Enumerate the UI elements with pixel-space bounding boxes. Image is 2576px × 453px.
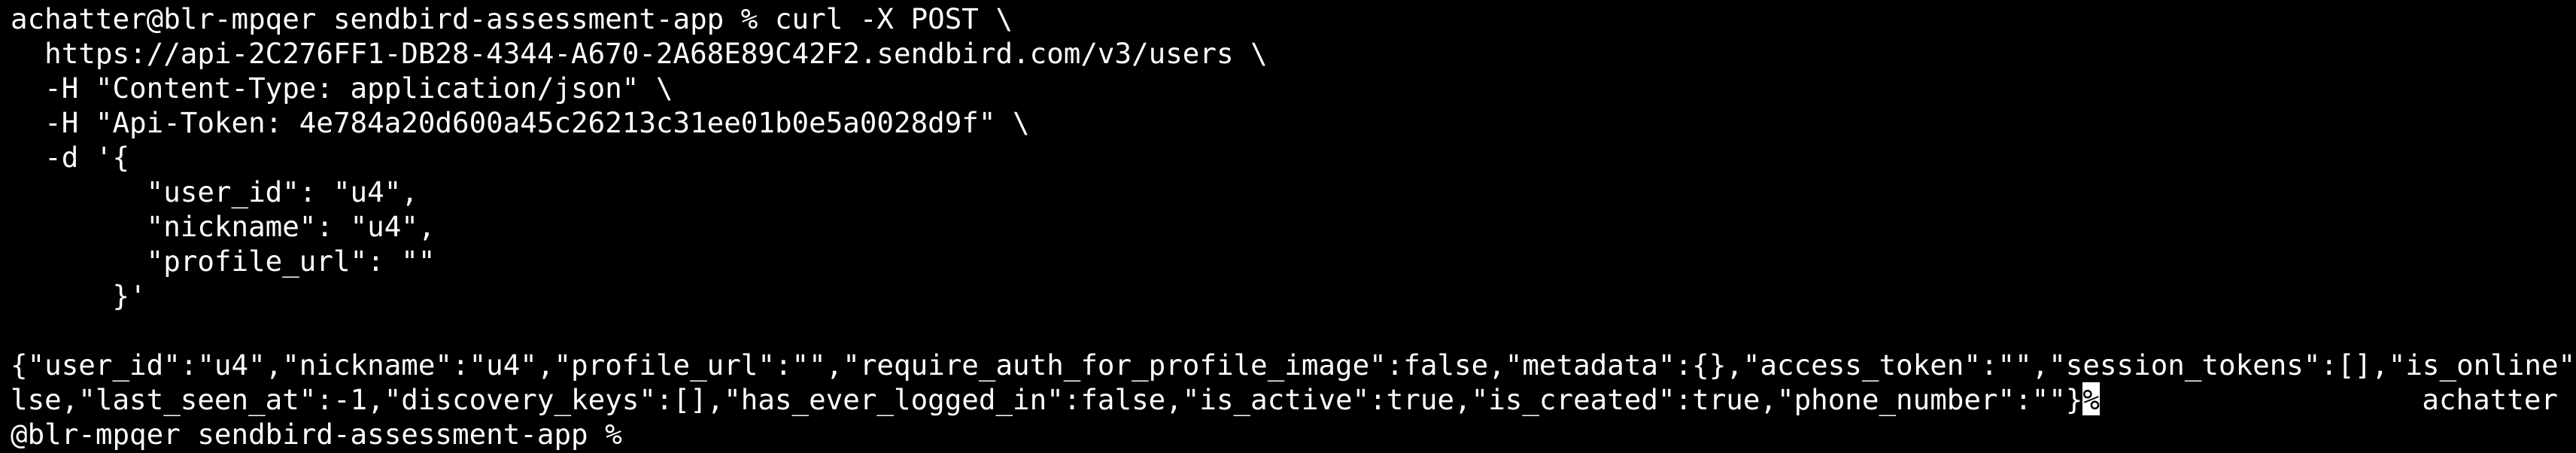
prompt-wrap-user: achatter bbox=[2422, 383, 2558, 416]
terminal-line-data-open: -d '{ bbox=[11, 141, 130, 174]
terminal-line-url: https://api-2C276FF1-DB28-4344-A670-2A68… bbox=[11, 37, 1268, 70]
terminal-line-user-id: "user_id": "u4", bbox=[11, 175, 418, 208]
terminal-line-nickname: "nickname": "u4", bbox=[11, 210, 436, 243]
terminal-line-response-2: lse,"last_seen_at":-1,"discovery_keys":[… bbox=[11, 382, 2576, 417]
terminal-line-data-close: }' bbox=[11, 279, 147, 312]
terminal-line-header-content-type: -H "Content-Type: application/json" \ bbox=[11, 71, 673, 105]
terminal-line-prompt[interactable]: @blr-mpqer sendbird-assessment-app % bbox=[11, 417, 2576, 451]
response-text: lse,"last_seen_at":-1,"discovery_keys":[… bbox=[11, 383, 2083, 416]
terminal-line-profile-url: "profile_url": "" bbox=[11, 245, 436, 278]
terminal-line-command: achatter@blr-mpqer sendbird-assessment-a… bbox=[11, 2, 1013, 35]
no-newline-marker: % bbox=[2082, 382, 2100, 416]
terminal-window[interactable]: achatter@blr-mpqer sendbird-assessment-a… bbox=[0, 0, 2576, 453]
terminal-line-response-1: {"user_id":"u4","nickname":"u4","profile… bbox=[11, 348, 2576, 382]
terminal-line-header-api-token: -H "Api-Token: 4e784a20d600a45c26213c31e… bbox=[11, 106, 1030, 139]
